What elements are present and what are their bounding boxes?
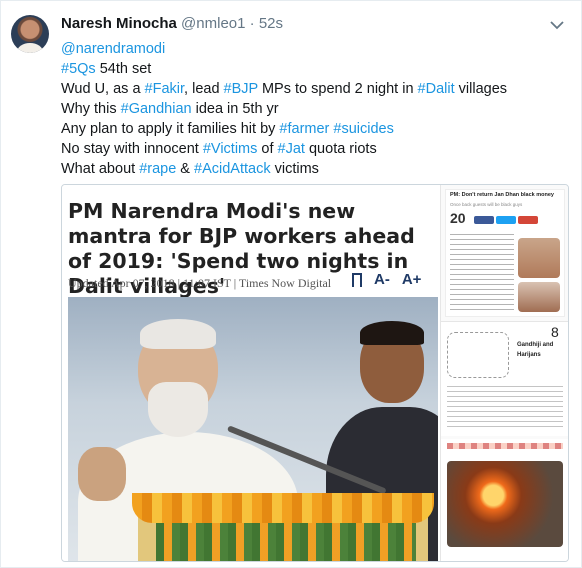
tweet[interactable]: Naresh Minocha @nmleo1 · 52s @narendramo… — [0, 0, 582, 568]
related-article-2: 8 Gandhiji and Harijans — [441, 321, 568, 436]
tweet-line: What about #rape & #AcidAttack victims — [61, 159, 561, 179]
mail-icon — [518, 216, 538, 224]
garland — [132, 493, 434, 523]
garland — [156, 523, 416, 561]
hashtag-link[interactable]: #5Qs — [61, 61, 96, 77]
related-subtitle: Once back guests will be black guys — [450, 202, 523, 207]
share-count: 20 — [450, 210, 466, 226]
tweet-line: Wud U, as a #Fakir, lead #BJP MPs to spe… — [61, 79, 561, 99]
related-title: Harijans — [517, 352, 541, 358]
tweet-text-segment: villages — [454, 81, 508, 97]
article-photo — [68, 297, 438, 561]
related-photo — [518, 282, 560, 312]
photo-figure — [148, 382, 208, 437]
related-text — [447, 386, 563, 430]
hashtag-link[interactable]: #Gandhian — [121, 101, 192, 117]
hashtag-link[interactable]: #Victims — [203, 141, 258, 157]
related-caption — [447, 443, 563, 449]
hashtag-link[interactable]: #Fakir — [145, 81, 185, 97]
timestamp[interactable]: 52s — [259, 15, 283, 32]
font-increase-button[interactable]: A+ — [402, 271, 422, 288]
hashtag-link[interactable]: #suicides — [333, 121, 393, 137]
tweet-text-segment: What about — [61, 161, 140, 177]
tweet-header: Naresh Minocha @nmleo1 · 52s — [61, 15, 283, 32]
tweet-text-segment: MPs to spend 2 night in — [257, 81, 418, 97]
page-number: 8 — [551, 324, 559, 340]
tweet-text-segment: of — [257, 141, 278, 157]
tweet-text-segment: & — [176, 161, 195, 177]
reply-to: @narendramodi — [61, 39, 561, 59]
hashtag-link[interactable]: #farmer — [279, 121, 329, 137]
article-tools: A- A+ — [352, 271, 422, 291]
tweet-text-segment: 54th set — [95, 61, 152, 77]
facebook-icon — [474, 216, 494, 224]
related-photo — [518, 238, 560, 278]
tweet-text-segment: Why this — [61, 101, 121, 117]
tweet-text-segment: , lead — [184, 81, 224, 97]
photo-figure — [140, 319, 216, 349]
share-buttons — [474, 216, 538, 224]
related-article-3 — [441, 439, 568, 561]
font-decrease-button[interactable]: A- — [374, 271, 390, 288]
hashtag-link[interactable]: #rape — [139, 161, 176, 177]
bookmark-icon[interactable] — [352, 272, 362, 291]
article-preview: PM Narendra Modi's new mantra for BJP wo… — [62, 185, 438, 561]
author-name[interactable]: Naresh Minocha — [61, 15, 177, 32]
related-title: PM: Don't return Jan Dhan black money — [450, 192, 554, 198]
author-handle[interactable]: @nmleo1 — [181, 15, 245, 32]
tweet-text-segment: victims — [270, 161, 319, 177]
tweet-line: #5Qs 54th set — [61, 59, 561, 79]
fire-photo — [447, 461, 563, 547]
hashtag-link[interactable]: #AcidAttack — [194, 161, 271, 177]
hashtag-link[interactable]: #BJP — [224, 81, 258, 97]
tweet-text-segment: No stay with innocent — [61, 141, 203, 157]
sketch-image — [447, 332, 509, 378]
tweet-text-segment: Any plan to apply it families hit by — [61, 121, 280, 137]
avatar[interactable] — [11, 15, 49, 53]
link-card[interactable]: PM Narendra Modi's new mantra for BJP wo… — [61, 184, 569, 562]
related-article-1: PM: Don't return Jan Dhan black money On… — [445, 189, 565, 317]
tweet-text: @narendramodi #5Qs 54th set Wud U, as a #… — [61, 39, 561, 179]
related-text — [450, 234, 514, 314]
separator-dot: · — [249, 15, 255, 32]
related-title: Gandhiji and — [517, 342, 554, 348]
tweet-line: Why this #Gandhian idea in 5th yr — [61, 99, 561, 119]
chevron-down-icon[interactable] — [547, 15, 567, 35]
tweet-text-segment: quota riots — [304, 141, 377, 157]
twitter-icon — [496, 216, 516, 224]
mention-link[interactable]: @narendramodi — [61, 41, 165, 57]
tweet-line: No stay with innocent #Victims of #Jat q… — [61, 139, 561, 159]
article-meta: Updated Apr 07, 2018 | 11:07 IST | Times… — [68, 276, 332, 290]
tweet-text-segment: idea in 5th yr — [191, 101, 279, 117]
tweet-text-segment: Wud U, as a — [61, 81, 145, 97]
photo-figure — [360, 321, 424, 345]
tweet-lines: #5Qs 54th set Wud U, as a #Fakir, lead #B… — [61, 59, 561, 179]
tweet-line: Any plan to apply it families hit by #fa… — [61, 119, 561, 139]
hashtag-link[interactable]: #Dalit — [418, 81, 455, 97]
hashtag-link[interactable]: #Jat — [278, 141, 305, 157]
related-collage: PM: Don't return Jan Dhan black money On… — [440, 185, 568, 561]
photo-figure — [78, 447, 126, 501]
